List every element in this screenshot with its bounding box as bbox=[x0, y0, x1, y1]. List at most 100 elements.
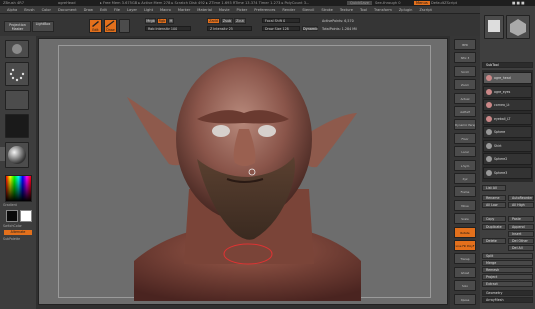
menu-color[interactable]: Color bbox=[42, 8, 51, 12]
draw-button[interactable]: Draw bbox=[104, 19, 117, 33]
menu-layer[interactable]: Layer bbox=[127, 8, 137, 12]
shelf-transp-button[interactable]: Transp bbox=[454, 253, 476, 265]
zcut-button[interactable]: Zcut bbox=[234, 18, 246, 24]
arraymesh-header[interactable]: ArrayMesh bbox=[482, 297, 533, 303]
menu-movie[interactable]: Movie bbox=[219, 8, 230, 12]
alpha-thumbnail[interactable] bbox=[5, 90, 29, 110]
subtool-item[interactable]: Sphere2 bbox=[483, 153, 532, 165]
shelf-bpr-button[interactable]: BPR bbox=[454, 39, 476, 50]
extract-button[interactable]: Extract bbox=[482, 281, 533, 287]
current-tool-thumbnail[interactable] bbox=[484, 15, 504, 39]
subtool-item[interactable]: Sphere bbox=[483, 126, 532, 138]
shelf-scroll-button[interactable]: Scroll bbox=[454, 65, 476, 77]
menu-picker[interactable]: Picker bbox=[237, 8, 248, 12]
primary-color-swatch[interactable] bbox=[6, 210, 18, 222]
shelf-scale-button[interactable]: Scale bbox=[454, 213, 476, 225]
quicksave-button[interactable]: QuickSave bbox=[347, 1, 372, 5]
menu-brush[interactable]: Brush bbox=[24, 8, 34, 12]
shelf-actual-button[interactable]: Actual bbox=[454, 92, 476, 104]
rgb-intensity-slider[interactable]: Rgb Intensity 100 bbox=[145, 26, 191, 31]
menu-preferences[interactable]: Preferences bbox=[254, 8, 275, 12]
shelf-aahalf-button[interactable]: AAHalf bbox=[454, 106, 476, 117]
paste-button[interactable]: Paste bbox=[508, 216, 534, 222]
menu-stencil[interactable]: Stencil bbox=[302, 8, 314, 12]
auto-reorder-button[interactable]: AutoReorder bbox=[508, 195, 534, 201]
subtool-item[interactable]: Shirt bbox=[483, 139, 532, 152]
project-button[interactable]: Project bbox=[482, 274, 533, 280]
menu-draw[interactable]: Draw bbox=[84, 8, 93, 12]
menu-texture[interactable]: Texture bbox=[340, 8, 353, 12]
texture-thumbnail[interactable] bbox=[5, 114, 29, 138]
rgb-button[interactable]: Rgb bbox=[157, 18, 167, 24]
all-low-button[interactable]: All Low bbox=[482, 202, 506, 208]
color-picker[interactable] bbox=[5, 175, 32, 202]
menu-alpha[interactable]: Alpha bbox=[7, 8, 17, 12]
subtool-header[interactable]: SubTool bbox=[482, 62, 533, 68]
shelf-zoom-button[interactable]: Zoom bbox=[454, 79, 476, 91]
shelf-local-button[interactable]: Local bbox=[454, 146, 476, 158]
remesh-button[interactable]: Remesh bbox=[482, 267, 533, 273]
gradient-label[interactable]: Gradient bbox=[3, 203, 33, 207]
draw-size-slider[interactable]: Draw Size 128 bbox=[262, 26, 300, 31]
delete-button[interactable]: Delete bbox=[482, 238, 506, 244]
menu-transform[interactable]: Transform bbox=[374, 8, 392, 12]
menu-render[interactable]: Render bbox=[282, 8, 295, 12]
menu-file[interactable]: File bbox=[114, 8, 120, 12]
subpalette-label[interactable]: SubPalette bbox=[3, 237, 33, 241]
menu-material[interactable]: Material bbox=[197, 8, 212, 12]
menu-edit[interactable]: Edit bbox=[100, 8, 107, 12]
move-mode-button[interactable] bbox=[119, 19, 130, 33]
zsub-button[interactable]: Zsub bbox=[221, 18, 233, 24]
shelf-rotate-button[interactable]: Rotate bbox=[454, 226, 476, 238]
subtool-item[interactable]: Sphere3 bbox=[483, 166, 532, 179]
copy-button[interactable]: Copy bbox=[482, 216, 506, 222]
secondary-color-swatch[interactable] bbox=[20, 210, 32, 222]
subtool-item[interactable]: cornea_Lt bbox=[483, 99, 532, 111]
menu-tool[interactable]: Tool bbox=[360, 8, 367, 12]
see-through-slider[interactable]: See-through 0 bbox=[375, 1, 401, 5]
list-all-button[interactable]: List All bbox=[482, 185, 506, 191]
shelf-line-fill-polyf-button[interactable]: Line Fill PolyF bbox=[454, 240, 476, 251]
menu-zscript[interactable]: Zscript bbox=[419, 8, 431, 12]
default-zscript-button[interactable]: DefaultZScript bbox=[431, 1, 457, 5]
stroke-thumbnail[interactable] bbox=[5, 62, 29, 86]
window-controls[interactable]: ■ ■ ■ bbox=[512, 1, 524, 5]
subtool-item[interactable]: eyeball_LT bbox=[483, 112, 532, 125]
switch-color-label[interactable]: SwitchColor bbox=[3, 224, 33, 228]
alternate-button[interactable]: Alternate bbox=[4, 230, 32, 235]
insert-button[interactable]: Insert bbox=[508, 231, 534, 237]
polymesh-thumbnail[interactable] bbox=[506, 15, 530, 39]
del-all-button[interactable]: Del All bbox=[508, 245, 534, 251]
append-button[interactable]: Append bbox=[508, 224, 534, 230]
shelf-l-sym-button[interactable]: L.Sym bbox=[454, 159, 476, 171]
menu-stroke[interactable]: Stroke bbox=[321, 8, 332, 12]
ogre-head-model[interactable] bbox=[39, 39, 449, 306]
geometry-header[interactable]: Geometry bbox=[482, 290, 533, 296]
shelf-frame-button[interactable]: Frame bbox=[454, 186, 476, 198]
z-intensity-slider[interactable]: Z Intensity 25 bbox=[207, 26, 252, 31]
split-button[interactable]: Split bbox=[482, 253, 533, 259]
shelf-xpose-button[interactable]: Xpose bbox=[454, 293, 476, 305]
zadd-button[interactable]: Zadd bbox=[207, 18, 220, 24]
shelf-floor-button[interactable]: Floor bbox=[454, 132, 476, 144]
shelf-spix-3-button[interactable]: SPix 3 bbox=[454, 52, 476, 64]
projection-master-button[interactable]: Projection Master bbox=[4, 21, 31, 32]
brush-thumbnail[interactable] bbox=[5, 40, 29, 58]
shelf-ghost-button[interactable]: Ghost bbox=[454, 266, 476, 278]
menus-toggle[interactable]: Menus bbox=[414, 1, 430, 5]
shelf-solo-button[interactable]: Solo bbox=[454, 280, 476, 292]
menu-zplugin[interactable]: Zplugin bbox=[399, 8, 413, 12]
merge-button[interactable]: Merge bbox=[482, 260, 533, 266]
shelf-dynamic-persp-button[interactable]: Dynamic Persp bbox=[454, 119, 476, 131]
menu-light[interactable]: Light bbox=[144, 8, 153, 12]
del-other-button[interactable]: Del Other bbox=[508, 238, 534, 244]
edit-button[interactable]: Edit bbox=[89, 19, 102, 33]
subtool-item[interactable]: ogre_eyes bbox=[483, 85, 532, 98]
all-high-button[interactable]: All High bbox=[508, 202, 534, 208]
tray-handle[interactable] bbox=[0, 147, 5, 161]
menu-marker[interactable]: Marker bbox=[178, 8, 190, 12]
menu-macro[interactable]: Macro bbox=[160, 8, 171, 12]
duplicate-button[interactable]: Duplicate bbox=[482, 224, 506, 230]
lightbox-button[interactable]: LightBox bbox=[32, 21, 54, 32]
material-thumbnail[interactable] bbox=[5, 142, 29, 168]
